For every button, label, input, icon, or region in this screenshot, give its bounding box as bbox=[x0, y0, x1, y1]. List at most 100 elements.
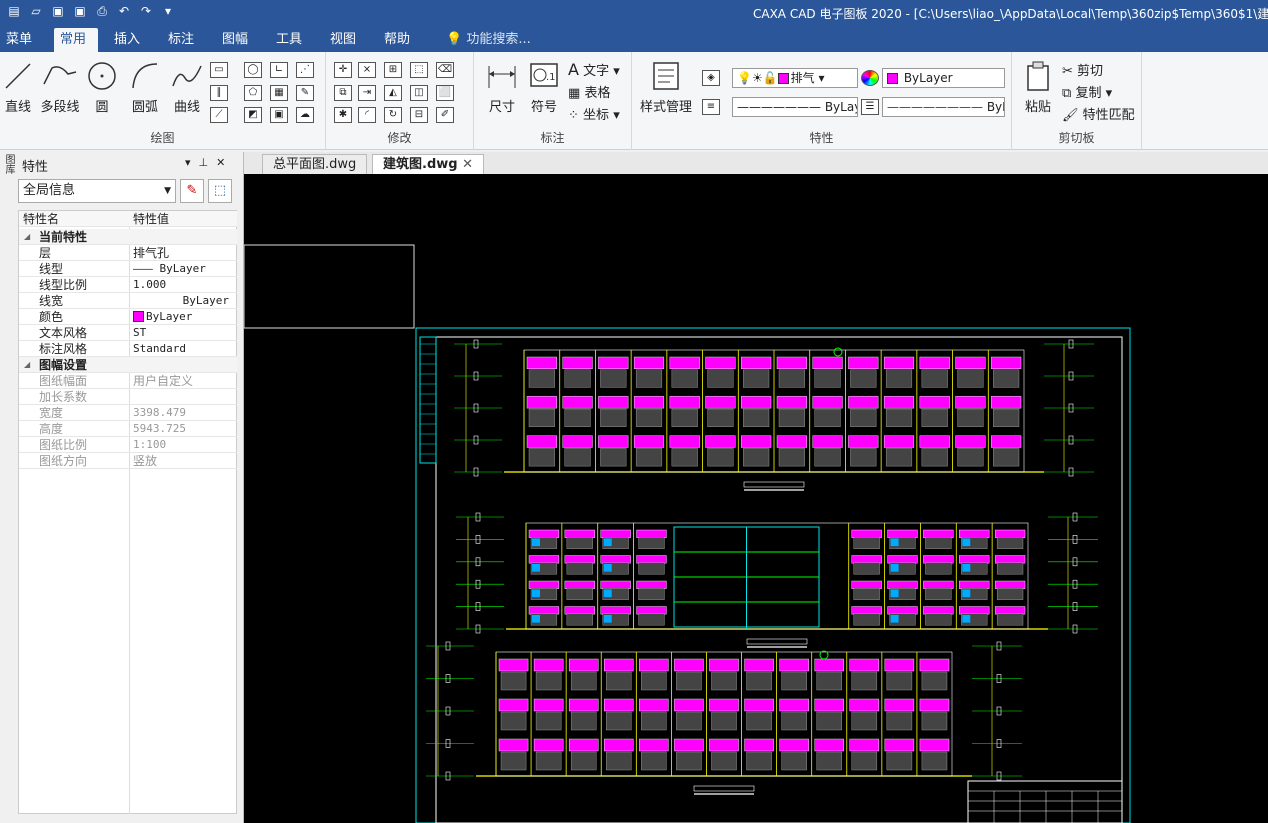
array-icon[interactable]: ⊞ bbox=[384, 62, 402, 78]
break-icon[interactable]: ⊟ bbox=[410, 107, 428, 123]
extend-icon[interactable]: ⇥ bbox=[358, 85, 376, 101]
cloud-icon[interactable]: ☁ bbox=[296, 107, 314, 123]
arc-button[interactable]: 圆弧 bbox=[128, 60, 162, 115]
cut-button[interactable]: ✂ 剪切 bbox=[1062, 60, 1103, 79]
angle-icon[interactable]: ∟ bbox=[270, 62, 288, 78]
table-row[interactable]: 层排气孔 bbox=[19, 245, 237, 261]
select-objects-icon[interactable]: ⬚ bbox=[208, 179, 232, 203]
save-icon[interactable]: ▣ bbox=[50, 3, 66, 19]
undo-icon[interactable]: ↶ bbox=[116, 3, 132, 19]
paste-icon bbox=[1027, 61, 1049, 91]
hatch-icon[interactable]: ▦ bbox=[270, 85, 288, 101]
table-row[interactable]: 加长系数 bbox=[19, 389, 237, 405]
pin-icon[interactable]: ⊥ bbox=[199, 156, 217, 169]
section-current[interactable]: ◢ 当前特性 bbox=[19, 229, 237, 245]
copy-object-icon[interactable]: ⧉ bbox=[334, 85, 352, 101]
window bbox=[816, 671, 842, 691]
block-icon[interactable]: ◩ bbox=[244, 107, 262, 123]
dimension-point-icon[interactable]: ⋰ bbox=[296, 62, 314, 78]
align-icon[interactable]: ≡ bbox=[702, 99, 720, 115]
tab-view[interactable]: 视图 bbox=[324, 28, 362, 52]
move-icon[interactable]: ✛ bbox=[334, 62, 352, 78]
balcony-rail bbox=[498, 698, 529, 712]
doc-tab-site-plan[interactable]: 总平面图.dwg bbox=[262, 154, 368, 174]
ellipse-icon[interactable]: ◯ bbox=[244, 62, 262, 78]
copy-button[interactable]: ⧉ 复制 ▾ bbox=[1062, 82, 1112, 101]
redo-icon[interactable]: ↷ bbox=[138, 3, 154, 19]
line-button[interactable]: 直线 bbox=[2, 60, 34, 115]
section-sheet[interactable]: ◢ 图幅设置 bbox=[19, 357, 237, 373]
pen-icon[interactable]: ✎ bbox=[296, 85, 314, 101]
paste-button[interactable]: 粘贴 bbox=[1020, 60, 1056, 115]
color-dropdown[interactable]: ByLayer bbox=[882, 68, 1005, 88]
stretch-icon[interactable]: ⬜ bbox=[436, 85, 454, 101]
centerline-icon[interactable]: ⟋ bbox=[210, 107, 228, 123]
polygon-icon[interactable]: ⬠ bbox=[244, 85, 262, 101]
coordinate-button[interactable]: ⁘ 坐标 ▾ bbox=[568, 104, 620, 123]
layer-color-swatch bbox=[777, 73, 789, 84]
text-button[interactable]: A 文字 ▾ bbox=[568, 60, 620, 79]
circle-button[interactable]: 圆 bbox=[86, 60, 118, 115]
table-row[interactable]: 宽度 3398.479 bbox=[19, 405, 237, 421]
image-icon[interactable]: ▣ bbox=[270, 107, 288, 123]
rotate-icon[interactable]: ↻ bbox=[384, 107, 402, 123]
rectangle-icon[interactable]: ▭ bbox=[210, 62, 228, 78]
table-row[interactable]: 线宽 ByLayer bbox=[19, 293, 237, 309]
object-select-combo[interactable]: 全局信息 ▼ bbox=[18, 179, 176, 203]
save-as-icon[interactable]: ▣ bbox=[72, 3, 88, 19]
balcony-rail bbox=[709, 698, 739, 712]
edit-icon[interactable]: ✐ bbox=[436, 107, 454, 123]
elevation-title-mark bbox=[743, 481, 805, 488]
doc-tab-architecture[interactable]: 建筑图.dwg ✕ bbox=[372, 154, 484, 174]
symbol-button[interactable]: .1 符号 bbox=[526, 60, 562, 115]
quick-select-icon[interactable]: ✎ bbox=[180, 179, 204, 203]
tab-sheet[interactable]: 图幅 bbox=[216, 28, 254, 52]
close-tab-icon[interactable]: ✕ bbox=[462, 157, 473, 172]
library-side-tab[interactable]: 图库 bbox=[0, 154, 16, 214]
erase-icon[interactable]: ⌫ bbox=[436, 62, 454, 78]
drawing-canvas[interactable] bbox=[244, 174, 1268, 823]
scale-icon[interactable]: ⬚ bbox=[410, 62, 428, 78]
mirror-icon[interactable]: ◭ bbox=[384, 85, 402, 101]
color-wheel-icon[interactable] bbox=[861, 70, 879, 86]
lineweight-dropdown[interactable]: ———————— ByLay bbox=[882, 97, 1005, 117]
tab-menu[interactable]: 菜单 bbox=[0, 28, 38, 52]
layer-dropdown[interactable]: 💡☀🔓 排气 ▾ bbox=[732, 68, 858, 88]
layer-manager-icon[interactable]: ◈ bbox=[702, 70, 720, 86]
parallel-line-icon[interactable]: ∥ bbox=[210, 85, 228, 101]
linetype-dropdown[interactable]: ——————— ByLayer bbox=[732, 97, 858, 117]
table-row[interactable]: 线型 ——— ByLayer bbox=[19, 261, 237, 277]
offset-icon[interactable]: ◫ bbox=[410, 85, 428, 101]
curve-button[interactable]: 曲线 bbox=[170, 60, 204, 115]
new-file-icon[interactable]: ▤ bbox=[6, 3, 22, 19]
table-row[interactable]: 高度 5943.725 bbox=[19, 421, 237, 437]
style-manager-button[interactable]: 样式管理 bbox=[636, 60, 696, 115]
tab-annotate[interactable]: 标注 bbox=[162, 28, 200, 52]
print-icon[interactable]: ⎙ bbox=[94, 3, 110, 19]
panel-menu-icon[interactable]: ▾ bbox=[185, 156, 199, 169]
window bbox=[676, 751, 702, 771]
tab-common[interactable]: 常用 bbox=[54, 28, 98, 52]
explode-icon[interactable]: ✱ bbox=[334, 107, 352, 123]
trim-icon[interactable]: ⨯ bbox=[358, 62, 376, 78]
table-row[interactable]: 图纸幅面 用户自定义 bbox=[19, 373, 237, 389]
match-properties-button[interactable]: 🖌 特性匹配 bbox=[1062, 104, 1135, 123]
polyline-button[interactable]: 多段线 bbox=[38, 60, 82, 115]
table-row[interactable]: 线型比例 1.000 bbox=[19, 277, 237, 293]
customize-dropdown-icon[interactable]: ▾ bbox=[160, 3, 176, 19]
feature-search[interactable]: 💡 功能搜索... bbox=[446, 28, 531, 52]
fillet-icon[interactable]: ◜ bbox=[358, 107, 376, 123]
tab-insert[interactable]: 插入 bbox=[108, 28, 146, 52]
table-row[interactable]: 文本风格 ST bbox=[19, 325, 237, 341]
table-row[interactable]: 颜色 ByLayer bbox=[19, 309, 237, 325]
table-row[interactable]: 标注风格 Standard bbox=[19, 341, 237, 357]
tab-help[interactable]: 帮助 bbox=[378, 28, 416, 52]
table-row[interactable]: 图纸方向 竖放 bbox=[19, 453, 237, 469]
tab-tools[interactable]: 工具 bbox=[270, 28, 308, 52]
table-button[interactable]: ▦ 表格 bbox=[568, 82, 610, 101]
lineweight-icon[interactable]: ☰ bbox=[861, 99, 879, 115]
table-row[interactable]: 图纸比例 1:100 bbox=[19, 437, 237, 453]
open-file-icon[interactable]: ▱ bbox=[28, 3, 44, 19]
dimension-button[interactable]: 尺寸 bbox=[482, 60, 522, 115]
close-icon[interactable]: ✕ bbox=[216, 156, 233, 169]
